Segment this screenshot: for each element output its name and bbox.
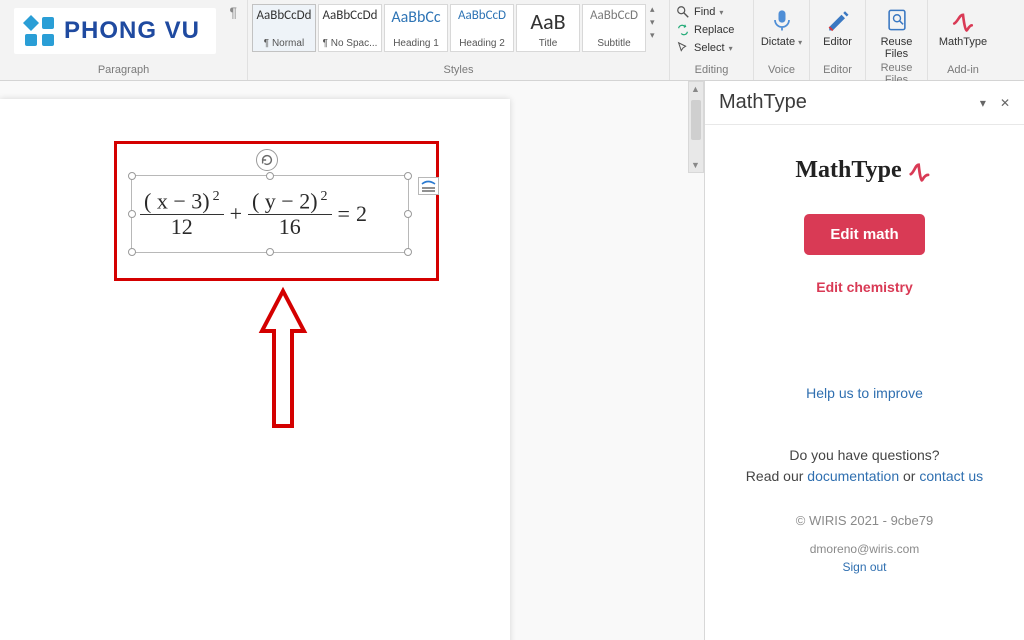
style-subtitle[interactable]: AaBbCcD Subtitle (582, 4, 646, 52)
select-icon (676, 41, 690, 55)
resize-handle[interactable] (404, 172, 412, 180)
mathtype-icon (949, 6, 977, 34)
mathtype-header: MathType ▾ ✕ (705, 81, 1024, 125)
resize-handle[interactable] (404, 210, 412, 218)
group-label-paragraph: Paragraph (4, 64, 243, 78)
style-heading-1[interactable]: AaBbCc Heading 1 (384, 4, 448, 52)
pilcrow-icon[interactable]: ¶ (229, 4, 237, 20)
replace-button[interactable]: Replace (674, 22, 736, 38)
mathtype-logo-icon (908, 160, 934, 182)
copyright-text: © WIRIS 2021 - 9cbe79 (796, 513, 933, 528)
resize-handle[interactable] (266, 248, 274, 256)
layout-options-button[interactable] (418, 177, 439, 195)
equation-rhs: 2 (356, 201, 367, 227)
contact-us-link[interactable]: contact us (919, 468, 983, 484)
resize-handle[interactable] (128, 172, 136, 180)
resize-handle[interactable] (404, 248, 412, 256)
find-button[interactable]: Find ▾ (674, 4, 736, 20)
mic-icon (768, 6, 796, 34)
style-heading-2[interactable]: AaBbCcD Heading 2 (450, 4, 514, 52)
find-icon (676, 5, 690, 19)
ribbon-group-editing: Find ▾ Replace Select ▾ (670, 0, 754, 80)
mathtype-pane: MathType ▾ ✕ MathType Edit math Edit che… (704, 81, 1024, 640)
fraction-1: ( x − 3)2 12 (140, 189, 224, 239)
group-label-editing: Editing (674, 64, 749, 78)
style-no-spacing[interactable]: AaBbCcDd ¶ No Spac... (318, 4, 382, 52)
vertical-scrollbar[interactable]: ▲ ▼ (688, 81, 704, 173)
ribbon-group-addin: MathType Add-in (928, 0, 998, 80)
mathtype-title: MathType (719, 91, 807, 114)
ribbon-group-editor: Editor Editor (810, 0, 866, 80)
dictate-button[interactable]: Dictate▾ (758, 4, 805, 50)
edit-chemistry-link[interactable]: Edit chemistry (816, 279, 912, 295)
equals-operator: = (332, 201, 356, 227)
document-pane: ▲ ▼ (0, 81, 704, 640)
pane-close-icon[interactable]: ✕ (1000, 96, 1010, 110)
plus-operator: + (224, 201, 248, 227)
group-label-addin: Add-in (932, 64, 994, 78)
group-label-styles: Styles (252, 64, 665, 78)
documentation-link[interactable]: documentation (807, 468, 899, 484)
scroll-up-icon[interactable]: ▲ (691, 84, 700, 94)
sign-out-link[interactable]: Sign out (842, 560, 886, 574)
ribbon-group-styles: AaBbCcDd ¶ Normal AaBbCcDd ¶ No Spac... … (248, 0, 670, 80)
scroll-down-icon[interactable]: ▼ (691, 160, 700, 170)
ribbon-group-reuse: Reuse Files Reuse Files (866, 0, 928, 80)
annotation-arrow (256, 286, 311, 434)
group-label-voice: Voice (758, 64, 805, 78)
style-normal[interactable]: AaBbCcDd ¶ Normal (252, 4, 316, 52)
resize-handle[interactable] (128, 210, 136, 218)
rotation-handle[interactable] (256, 149, 278, 171)
pane-dropdown-icon[interactable]: ▾ (980, 96, 986, 110)
mathtype-button[interactable]: MathType (937, 4, 989, 50)
editor-icon (824, 6, 852, 34)
fraction-2: ( y − 2)2 16 (248, 189, 332, 239)
style-title[interactable]: AaB Title (516, 4, 580, 52)
edit-math-button[interactable]: Edit math (804, 214, 924, 255)
replace-icon (676, 23, 690, 37)
resize-handle[interactable] (266, 172, 274, 180)
equation-object[interactable]: ( x − 3)2 12 + ( y − 2)2 16 = 2 (140, 183, 400, 245)
mathtype-logo: MathType (795, 157, 933, 184)
select-button[interactable]: Select ▾ (674, 40, 736, 56)
editor-button[interactable]: Editor (814, 4, 861, 50)
reuse-files-icon (883, 6, 911, 34)
questions-text: Do you have questions? Read our document… (746, 445, 983, 487)
help-improve-link[interactable]: Help us to improve (806, 385, 923, 401)
scroll-thumb[interactable] (691, 100, 701, 140)
styles-expand[interactable]: ▴▾▾ (650, 4, 655, 41)
watermark-icon (22, 14, 56, 48)
resize-handle[interactable] (128, 248, 136, 256)
layout-options-icon (421, 180, 436, 192)
user-email: dmoreno@wiris.com (810, 542, 920, 556)
reuse-files-button[interactable]: Reuse Files (871, 4, 923, 62)
ribbon-group-voice: Dictate▾ Voice (754, 0, 810, 80)
watermark-logo: PHONG VU (14, 8, 216, 54)
group-label-editor: Editor (814, 64, 861, 78)
rotate-icon (260, 153, 274, 167)
